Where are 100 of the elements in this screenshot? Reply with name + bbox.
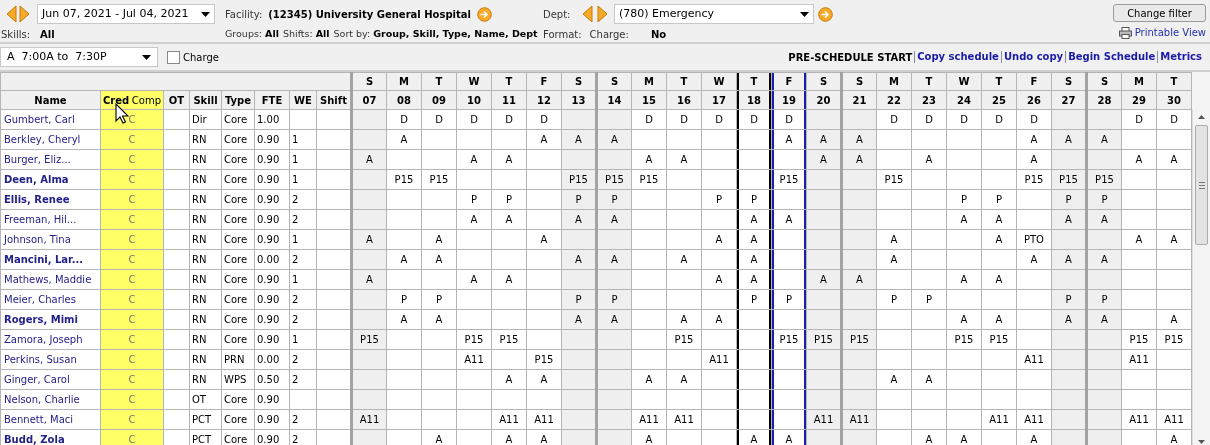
schedule-cell[interactable]: A	[351, 229, 387, 250]
column-header[interactable]: WE	[289, 90, 317, 110]
column-header[interactable]: Type	[221, 90, 255, 110]
schedule-cell[interactable]: A11	[351, 409, 387, 430]
schedule-cell[interactable]	[351, 169, 387, 190]
we-cell: 2	[292, 294, 299, 305]
printable-view-link[interactable]: Printable View	[1134, 25, 1206, 40]
printer-icon[interactable]	[1118, 26, 1132, 39]
previous-arrow-icon[interactable]	[5, 5, 17, 23]
schedule-cell[interactable]	[351, 289, 387, 310]
schedule-cell[interactable]: A	[1086, 309, 1122, 330]
we-cell: 1	[292, 334, 299, 345]
schedule-cell[interactable]	[841, 369, 877, 390]
filter-label: Format:	[543, 28, 582, 42]
action-link[interactable]: Begin Schedule	[1065, 51, 1158, 63]
schedule-cell[interactable]	[351, 249, 387, 270]
schedule-cell[interactable]: P	[1086, 189, 1122, 210]
schedule-cell[interactable]	[596, 149, 632, 170]
schedule-cell[interactable]	[1086, 109, 1122, 130]
schedule-cell[interactable]	[351, 109, 387, 130]
scroll-down-icon[interactable]	[1198, 440, 1205, 444]
schedule-cell[interactable]	[351, 349, 387, 370]
schedule-cell[interactable]: P	[1086, 289, 1122, 310]
schedule-cell[interactable]	[596, 269, 632, 290]
schedule-cell[interactable]: A	[1086, 209, 1122, 230]
schedule-cell[interactable]: A	[1086, 249, 1122, 270]
next-arrow-icon[interactable]	[597, 5, 609, 23]
schedule-cell[interactable]	[841, 109, 877, 130]
schedule-cell[interactable]	[351, 209, 387, 230]
schedule-cell[interactable]	[351, 129, 387, 150]
schedule-cell[interactable]: P	[596, 189, 632, 210]
change-filter-button[interactable]: Change filter	[1113, 4, 1206, 22]
schedule-cell[interactable]	[596, 369, 632, 390]
schedule-cell[interactable]	[351, 369, 387, 390]
cred-cell: C	[128, 154, 136, 165]
schedule-cell[interactable]	[1086, 229, 1122, 250]
column-header[interactable]: FTE	[254, 90, 290, 110]
action-link[interactable]: Metrics	[1157, 51, 1204, 63]
date-range-dropdown[interactable]: Jun 07, 2021 - Jul 04, 2021	[37, 4, 215, 24]
schedule-cell[interactable]	[841, 229, 877, 250]
vertical-scrollbar[interactable]	[1192, 109, 1210, 445]
weekday-header: S	[596, 72, 632, 91]
schedule-cell[interactable]	[841, 289, 877, 310]
schedule-cell[interactable]	[351, 309, 387, 330]
schedule-cell[interactable]	[1086, 349, 1122, 370]
schedule-cell[interactable]	[351, 389, 387, 410]
schedule-cell[interactable]	[841, 349, 877, 370]
action-link[interactable]: Undo copy	[1000, 51, 1066, 63]
schedule-cell[interactable]: A	[841, 269, 877, 290]
schedule-cell[interactable]: P15	[596, 169, 632, 190]
schedule-cell[interactable]: A	[596, 129, 632, 150]
skill-cell: PCT	[192, 414, 212, 425]
schedule-cell[interactable]: A	[351, 269, 387, 290]
schedule-cell[interactable]: A	[596, 209, 632, 230]
we-cell: 2	[292, 414, 299, 425]
schedule-cell[interactable]	[1086, 389, 1122, 410]
column-header[interactable]: Skill	[189, 90, 222, 110]
scroll-up-icon[interactable]	[1198, 115, 1205, 119]
next-arrow-icon[interactable]	[19, 5, 31, 23]
schedule-cell[interactable]	[841, 249, 877, 270]
schedule-cell[interactable]	[351, 189, 387, 210]
column-header[interactable]: Cred	[103, 92, 130, 108]
schedule-cell[interactable]	[841, 209, 877, 230]
schedule-cell[interactable]: P15	[1086, 169, 1122, 190]
charge-checkbox[interactable]	[167, 50, 180, 64]
schedule-cell[interactable]: A	[1086, 129, 1122, 150]
schedule-cell[interactable]: P	[596, 289, 632, 310]
schedule-cell[interactable]	[596, 329, 632, 350]
shift-dropdown[interactable]: A 7:00A to 7:30P	[0, 47, 158, 67]
schedule-cell[interactable]	[841, 309, 877, 330]
skill-cell: RN	[192, 254, 207, 265]
schedule-cell[interactable]: A	[841, 149, 877, 170]
schedule-cell[interactable]	[841, 189, 877, 210]
schedule-cell[interactable]	[596, 229, 632, 250]
weekday-header: T	[666, 72, 702, 91]
schedule-cell[interactable]	[1086, 269, 1122, 290]
schedule-cell[interactable]: P15	[841, 329, 877, 350]
schedule-cell[interactable]	[1086, 329, 1122, 350]
schedule-cell[interactable]: A	[596, 249, 632, 270]
schedule-cell[interactable]	[1086, 409, 1122, 430]
cred-cell: C	[128, 434, 136, 445]
schedule-cell[interactable]: A11	[841, 409, 877, 430]
schedule-cell[interactable]	[596, 409, 632, 430]
schedule-cell[interactable]	[1086, 369, 1122, 390]
column-header[interactable]: Comp	[131, 92, 161, 108]
schedule-cell[interactable]	[596, 109, 632, 130]
schedule-cell[interactable]	[596, 389, 632, 410]
schedule-cell[interactable]: A	[841, 129, 877, 150]
schedule-cell[interactable]: A	[596, 309, 632, 330]
column-header[interactable]: Name	[0, 90, 101, 110]
schedule-cell[interactable]: P15	[351, 329, 387, 350]
schedule-cell[interactable]	[841, 389, 877, 410]
schedule-cell[interactable]	[1086, 149, 1122, 170]
department-dropdown[interactable]: (780) Emergency	[614, 4, 814, 24]
schedule-cell[interactable]	[841, 169, 877, 190]
column-header[interactable]: OT	[163, 90, 190, 110]
action-link[interactable]: Copy schedule	[914, 51, 1001, 63]
previous-arrow-icon[interactable]	[581, 5, 593, 23]
schedule-cell[interactable]	[596, 349, 632, 370]
schedule-cell[interactable]: A	[351, 149, 387, 170]
